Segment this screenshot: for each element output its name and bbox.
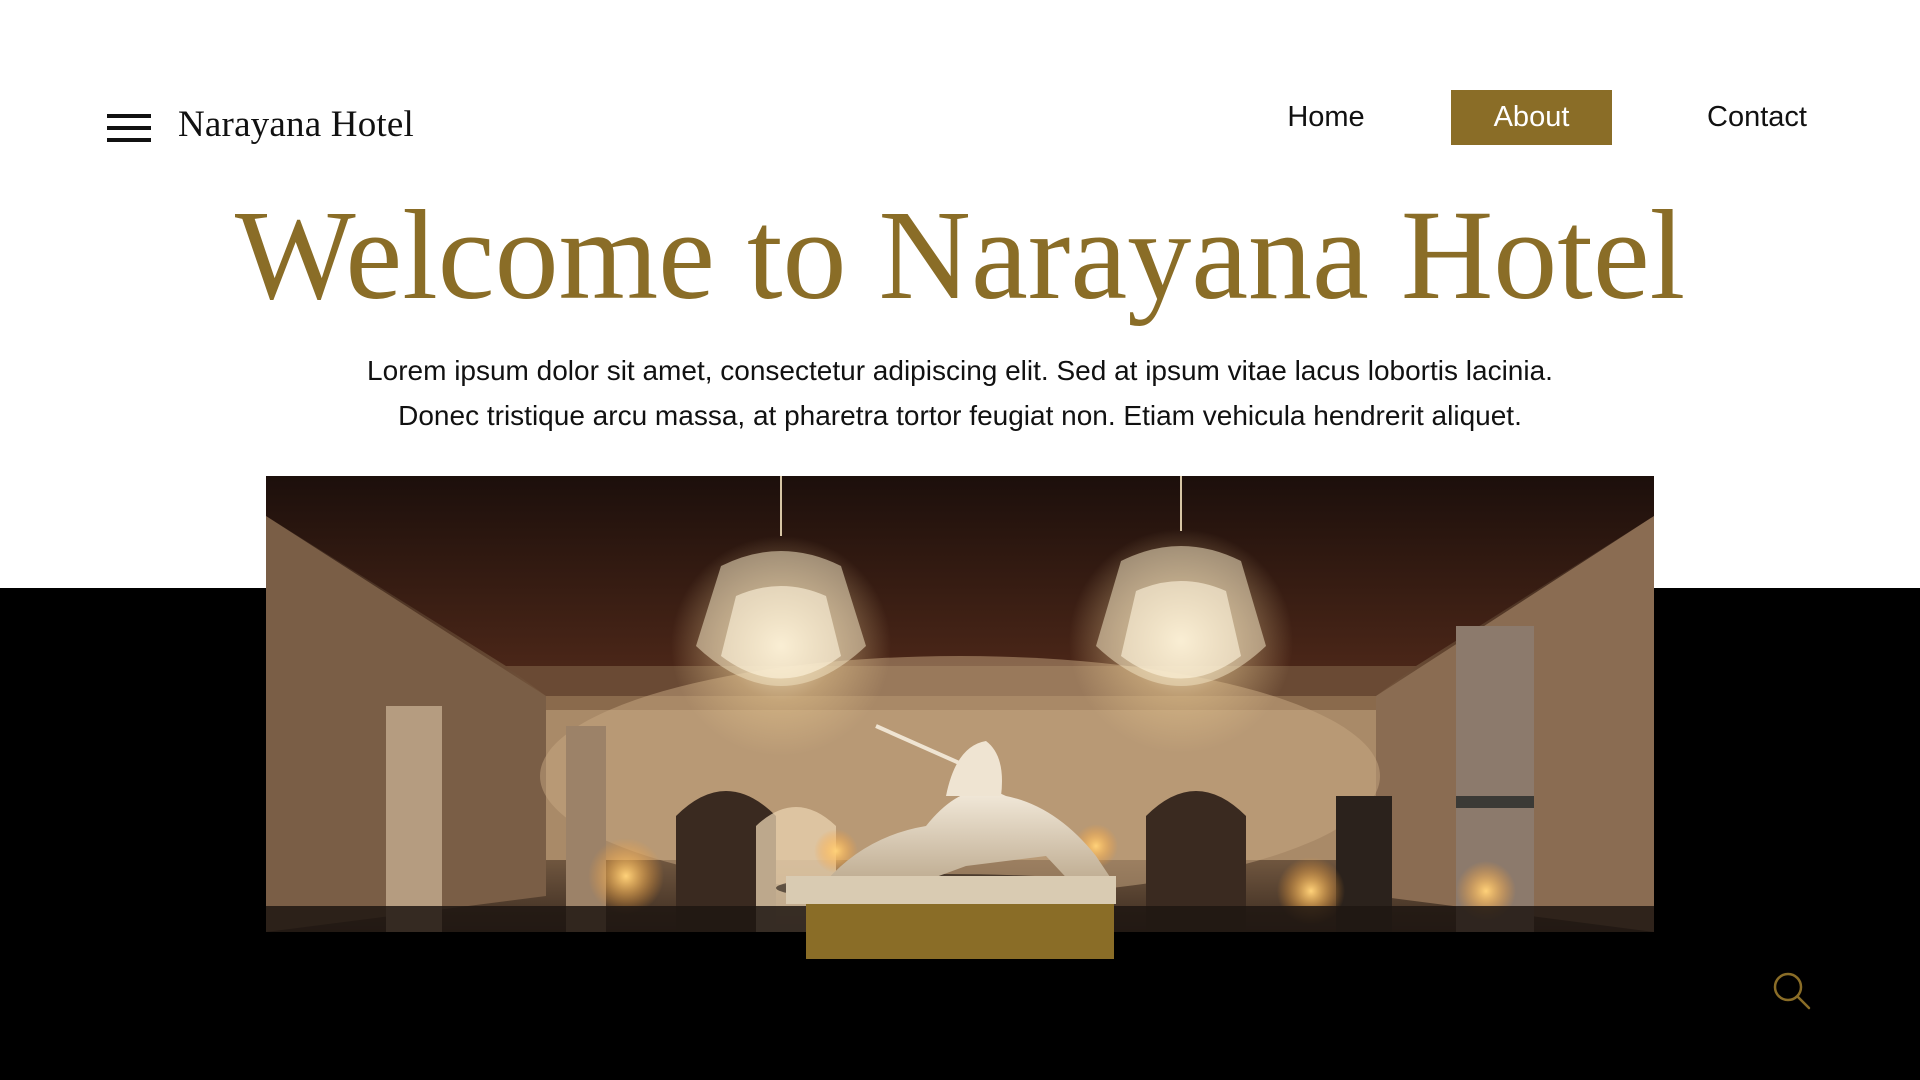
nav-link-contact[interactable]: Contact <box>1690 90 1824 145</box>
nav-link-home[interactable]: Home <box>1270 90 1382 145</box>
site-logo-text[interactable]: Narayana Hotel <box>178 103 414 146</box>
hero-description: Lorem ipsum dolor sit amet, consectetur … <box>260 348 1660 438</box>
search-icon[interactable] <box>1772 971 1812 1011</box>
nav-link-about[interactable]: About <box>1451 90 1612 145</box>
hotel-lobby-image <box>266 476 1654 932</box>
accent-block <box>806 904 1114 959</box>
hero-description-line-1: Lorem ipsum dolor sit amet, consectetur … <box>367 355 1553 386</box>
hero-description-line-2: Donec tristique arcu massa, at pharetra … <box>398 400 1522 431</box>
menu-icon[interactable] <box>107 112 151 144</box>
page-title: Welcome to Narayana Hotel <box>234 184 1686 326</box>
